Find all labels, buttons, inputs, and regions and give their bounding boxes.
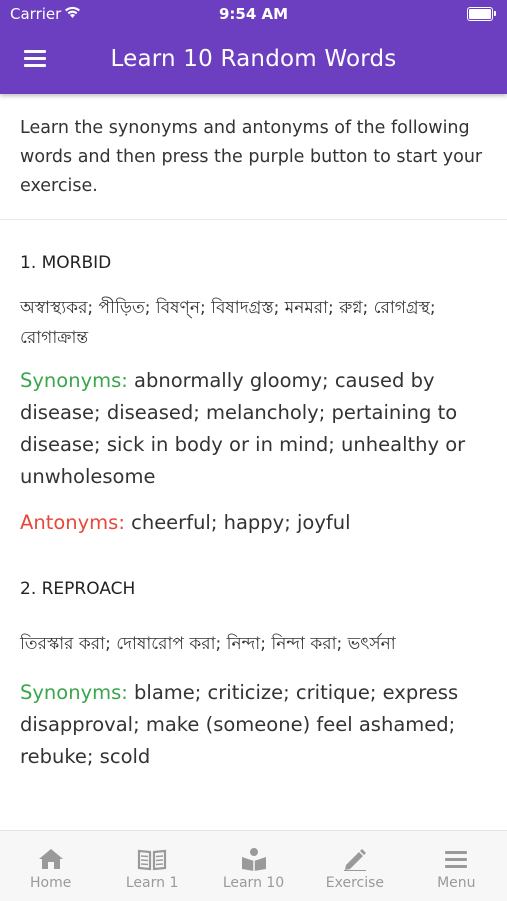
word-card: 2. REPROACH তিরস্কার করা; দোষারোপ করা; ন… [0, 579, 507, 773]
tab-label: Learn 1 [125, 875, 179, 891]
menu-lines-icon [445, 851, 468, 868]
pencil-icon [343, 849, 366, 871]
word-list[interactable]: Learn the synonyms and antonyms of the f… [0, 94, 507, 830]
status-bar: Carrier 9:54 AM [0, 0, 507, 28]
word-card: 1. MORBID অস্বাস্থ্যকর; পীড়িত; বিষণ্ন; … [0, 253, 507, 539]
reader-icon [241, 848, 266, 871]
bangla-meanings: অস্বাস্থ্যকর; পীড়িত; বিষণ্ন; বিষাদগ্রস্… [20, 298, 436, 348]
tab-label: Learn 10 [222, 875, 285, 891]
word-title: 2. REPROACH [20, 579, 136, 599]
book-open-icon [138, 849, 167, 871]
antonyms-value: cheerful; happy; joyful [131, 511, 351, 534]
tab-bar: Home Learn 1 Learn 10 Exercise Menu [0, 830, 507, 901]
synonyms-label: Synonyms: [20, 369, 128, 392]
tab-learn-1[interactable]: Learn 1 [101, 831, 202, 901]
tab-menu[interactable]: Menu [406, 831, 507, 901]
tab-home[interactable]: Home [0, 831, 101, 901]
synonyms-label: Synonyms: [20, 681, 128, 704]
home-icon [38, 849, 63, 869]
page-title: Learn 10 Random Words [110, 46, 397, 72]
tab-label: Exercise [325, 875, 385, 891]
word-title: 1. MORBID [20, 253, 112, 273]
tab-exercise[interactable]: Exercise [304, 831, 405, 901]
tab-label: Home [30, 875, 72, 891]
synonyms-text: Synonyms: blame; criticize; critique; ex… [20, 677, 487, 773]
synonyms-text: Synonyms: abnormally gloomy; caused by d… [20, 365, 487, 493]
antonyms-label: Antonyms: [20, 511, 125, 534]
antonyms-text: Antonyms: cheerful; happy; joyful [20, 507, 487, 539]
app-header: Carrier 9:54 AM Learn 10 Random Words [0, 0, 507, 94]
tab-learn-10[interactable]: Learn 10 [203, 831, 304, 901]
intro-text: Learn the synonyms and antonyms of the f… [0, 94, 507, 220]
status-time: 9:54 AM [218, 5, 289, 23]
battery-icon [467, 7, 496, 21]
tab-label: Menu [437, 875, 476, 891]
bangla-meanings: তিরস্কার করা; দোষারোপ করা; নিন্দা; নিন্দ… [20, 634, 396, 654]
